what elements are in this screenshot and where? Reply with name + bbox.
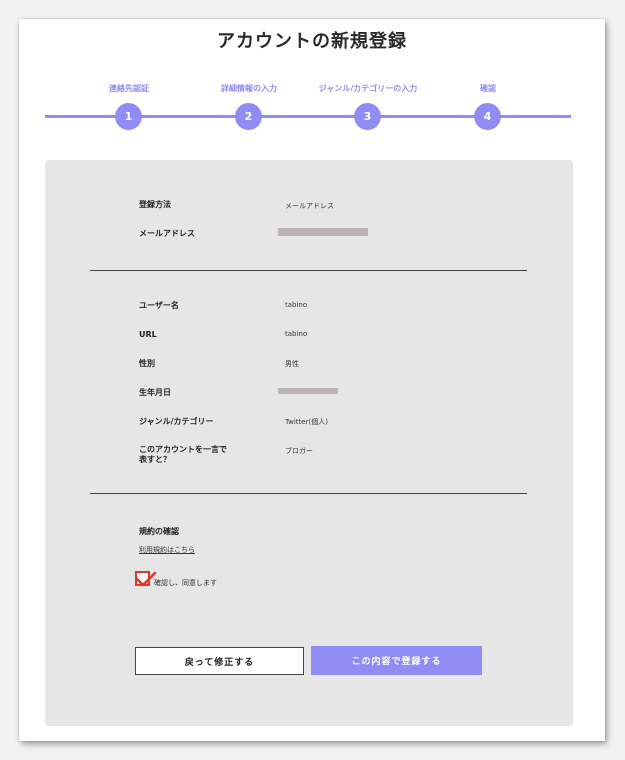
step-3-label: ジャンル/カテゴリーの入力 bbox=[318, 84, 418, 93]
page-title: アカウントの新規登録 bbox=[217, 31, 407, 52]
birthdate-value-redacted bbox=[278, 388, 338, 394]
url-value: tabino bbox=[285, 330, 308, 338]
username-value: tabino bbox=[285, 301, 308, 309]
terms-title: 規約の確認 bbox=[139, 527, 179, 536]
section-divider-1 bbox=[90, 270, 527, 271]
gender-label: 性別 bbox=[139, 359, 155, 368]
confirmation-card: 登録方法 メールアドレス メールアドレス ユーザー名 tabino URL ta… bbox=[45, 160, 573, 726]
step-1-circle: 1 bbox=[115, 103, 142, 130]
registration-window: アカウントの新規登録 連絡先認証 1 詳細情報の入力 2 ジャンル/カテゴリーの… bbox=[19, 19, 605, 741]
submit-button[interactable]: この内容で登録する bbox=[311, 646, 482, 675]
email-label: メールアドレス bbox=[139, 229, 195, 238]
email-value-redacted bbox=[278, 228, 368, 236]
registration-method-value: メールアドレス bbox=[285, 202, 334, 210]
section-divider-2 bbox=[90, 493, 527, 494]
one-word-value: ブロガー bbox=[285, 447, 313, 455]
step-4-circle: 4 bbox=[474, 103, 501, 130]
genre-label: ジャンル/カテゴリー bbox=[139, 417, 214, 426]
agree-label: 確認し、同意します bbox=[154, 579, 217, 587]
genre-value: Twitter(個人) bbox=[285, 418, 328, 426]
terms-link[interactable]: 利用規約はこちら bbox=[139, 545, 195, 555]
birthdate-label: 生年月日 bbox=[139, 388, 171, 397]
username-label: ユーザー名 bbox=[139, 301, 179, 310]
gender-value: 男性 bbox=[285, 360, 299, 368]
step-1-label: 連絡先認証 bbox=[109, 84, 149, 93]
step-2-label: 詳細情報の入力 bbox=[221, 84, 277, 93]
step-3-circle: 3 bbox=[354, 103, 381, 130]
back-button[interactable]: 戻って修正する bbox=[135, 647, 304, 675]
url-label: URL bbox=[139, 330, 157, 339]
one-word-label: このアカウントを一言で表すと？ bbox=[139, 445, 227, 464]
step-4-label: 確認 bbox=[480, 84, 496, 93]
registration-method-label: 登録方法 bbox=[139, 200, 171, 209]
step-2-circle: 2 bbox=[235, 103, 262, 130]
